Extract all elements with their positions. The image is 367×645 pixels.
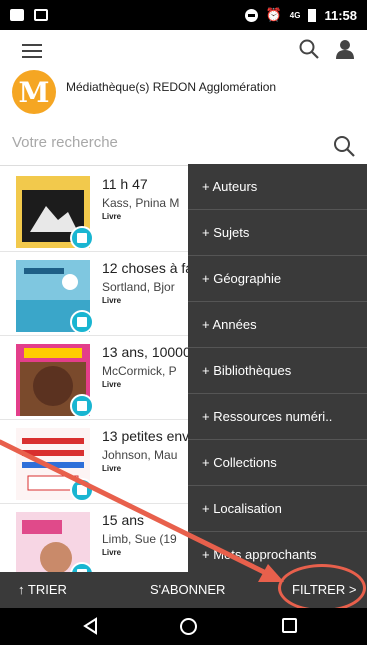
result-author: Sortland, Bjor — [102, 280, 175, 294]
result-author: Johnson, Mau — [102, 448, 178, 462]
result-type: Livre — [102, 380, 122, 389]
filter-collections[interactable]: + Collections — [188, 440, 367, 486]
subscribe-button[interactable]: S'ABONNER — [150, 582, 225, 597]
status-bar: ⏰ 4G 11:58 — [0, 0, 367, 30]
image-icon — [10, 9, 24, 21]
clock: 11:58 — [324, 7, 357, 23]
organization-name: Médiathèque(s) REDON Agglomération — [66, 80, 277, 94]
result-title: 11 h 47 — [102, 176, 148, 192]
battery-icon — [308, 8, 317, 22]
result-author: Limb, Sue (19 — [102, 532, 177, 546]
book-format-icon — [70, 226, 94, 250]
filter-geography[interactable]: + Géographie — [188, 256, 367, 302]
filter-years[interactable]: + Années — [188, 302, 367, 348]
result-type: Livre — [102, 464, 122, 473]
filter-authors[interactable]: + Auteurs — [188, 164, 367, 210]
recent-apps-icon[interactable] — [282, 618, 297, 633]
book-format-icon — [70, 478, 94, 502]
library-logo: M — [12, 70, 56, 114]
result-title: 15 ans — [102, 512, 145, 528]
result-type: Livre — [102, 548, 122, 557]
back-icon[interactable] — [82, 617, 100, 635]
result-author: McCormick, P — [102, 364, 177, 378]
home-icon[interactable] — [180, 618, 197, 635]
search-bar — [0, 126, 367, 166]
account-icon[interactable] — [334, 38, 356, 60]
do-not-disturb-icon — [244, 8, 258, 22]
navigation-bar — [0, 608, 367, 645]
filter-subjects[interactable]: + Sujets — [188, 210, 367, 256]
app-header: M Médiathèque(s) REDON Agglomération — [0, 30, 367, 120]
highlight-circle — [278, 564, 366, 612]
result-title: 12 choses à fa — [102, 260, 194, 276]
network-indicator: 4G — [289, 10, 301, 20]
alarm-icon: ⏰ — [265, 7, 282, 22]
screen-icon — [34, 9, 48, 21]
menu-icon[interactable] — [22, 44, 42, 58]
search-input[interactable] — [12, 134, 312, 151]
search-submit-icon[interactable] — [332, 134, 356, 158]
filter-location[interactable]: + Localisation — [188, 486, 367, 532]
result-title: 13 ans, 10000 — [102, 344, 191, 360]
result-author: Kass, Pnina M — [102, 196, 180, 210]
search-icon[interactable] — [298, 38, 320, 60]
result-title: 13 petites env — [102, 428, 190, 444]
book-format-icon — [70, 310, 94, 334]
result-type: Livre — [102, 212, 122, 221]
book-format-icon — [70, 394, 94, 418]
filter-libraries[interactable]: + Bibliothèques — [188, 348, 367, 394]
result-type: Livre — [102, 296, 122, 305]
sort-button[interactable]: ↑ TRIER — [18, 582, 67, 597]
filter-panel: + Auteurs + Sujets + Géographie + Années… — [188, 164, 367, 578]
filter-digital-resources[interactable]: + Ressources numéri.. — [188, 394, 367, 440]
